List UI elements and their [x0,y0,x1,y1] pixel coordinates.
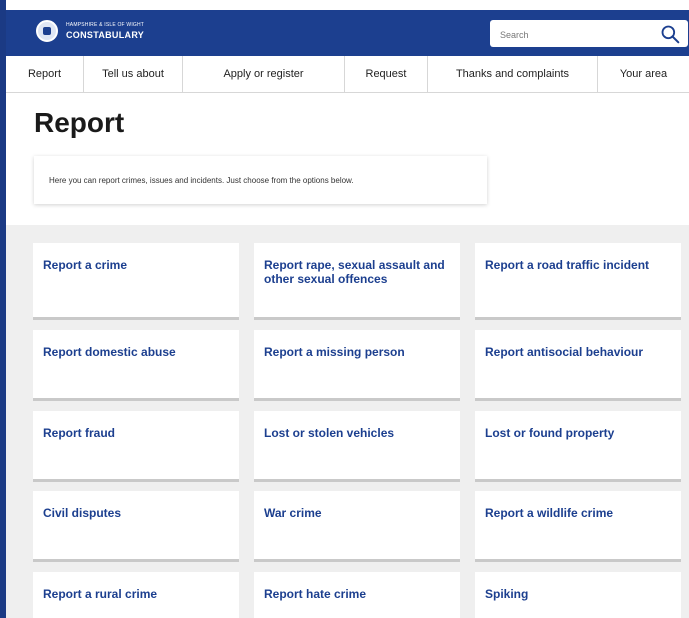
card-label: Civil disputes [43,506,122,520]
search-box [490,20,688,49]
card-label: Report a rural crime [43,587,158,601]
card-war-crime[interactable]: War crime [254,491,460,562]
page-title: Report [34,107,125,138]
card-spiking[interactable]: Spiking [475,572,681,618]
nav-tell-us-about[interactable]: Tell us about [84,56,183,92]
card-report-fraud[interactable]: Report fraud [33,411,239,482]
card-report-wildlife-crime[interactable]: Report a wildlife crime [475,491,681,562]
constabulary-logo[interactable]: HAMPSHIRE & ISLE OF WIGHT CONSTABULARY [36,20,144,42]
nav-request[interactable]: Request [345,56,428,92]
card-label: Lost or stolen vehicles [264,426,395,440]
card-label: War crime [264,506,322,520]
nav-report[interactable]: Report [6,56,84,92]
nav-thanks-and-complaints[interactable]: Thanks and complaints [428,56,598,92]
intro-box: Here you can report crimes, issues and i… [34,156,487,204]
card-lost-or-found-property[interactable]: Lost or found property [475,411,681,482]
card-label: Report antisocial behaviour [485,345,644,359]
search-input[interactable] [498,20,652,49]
card-report-missing-person[interactable]: Report a missing person [254,330,460,401]
card-label: Report a missing person [264,345,405,359]
card-report-domestic-abuse[interactable]: Report domestic abuse [33,330,239,401]
card-label: Report rape, sexual assault and other se… [264,258,445,287]
card-label: Report a wildlife crime [485,506,614,520]
card-report-hate-crime[interactable]: Report hate crime [254,572,460,618]
site-header: HAMPSHIRE & ISLE OF WIGHT CONSTABULARY [6,10,689,56]
card-report-a-crime[interactable]: Report a crime [33,243,239,320]
logo-title: CONSTABULARY [66,29,145,40]
nav-apply-or-register[interactable]: Apply or register [183,56,345,92]
card-label: Lost or found property [485,426,615,440]
search-icon[interactable] [660,24,680,44]
card-report-road-traffic-incident[interactable]: Report a road traffic incident [475,243,681,320]
nav-your-area[interactable]: Your area [598,56,689,92]
card-label: Report a road traffic incident [485,258,650,272]
card-lost-or-stolen-vehicles[interactable]: Lost or stolen vehicles [254,411,460,482]
card-report-rape-sexual-assault[interactable]: Report rape, sexual assault and other se… [254,243,460,320]
intro-text: Here you can report crimes, issues and i… [49,176,354,185]
card-label: Spiking [485,587,529,601]
card-label: Report hate crime [264,587,367,601]
card-label: Report fraud [43,426,115,440]
left-frame-border [0,0,6,618]
card-report-antisocial-behaviour[interactable]: Report antisocial behaviour [475,330,681,401]
card-label: Report domestic abuse [43,345,176,359]
logo-subtitle: HAMPSHIRE & ISLE OF WIGHT [66,21,145,28]
crest-icon [36,20,58,42]
card-report-rural-crime[interactable]: Report a rural crime [33,572,239,618]
card-label: Report a crime [43,258,128,272]
card-civil-disputes[interactable]: Civil disputes [33,491,239,562]
main-nav: Report Tell us about Apply or register R… [6,56,689,93]
